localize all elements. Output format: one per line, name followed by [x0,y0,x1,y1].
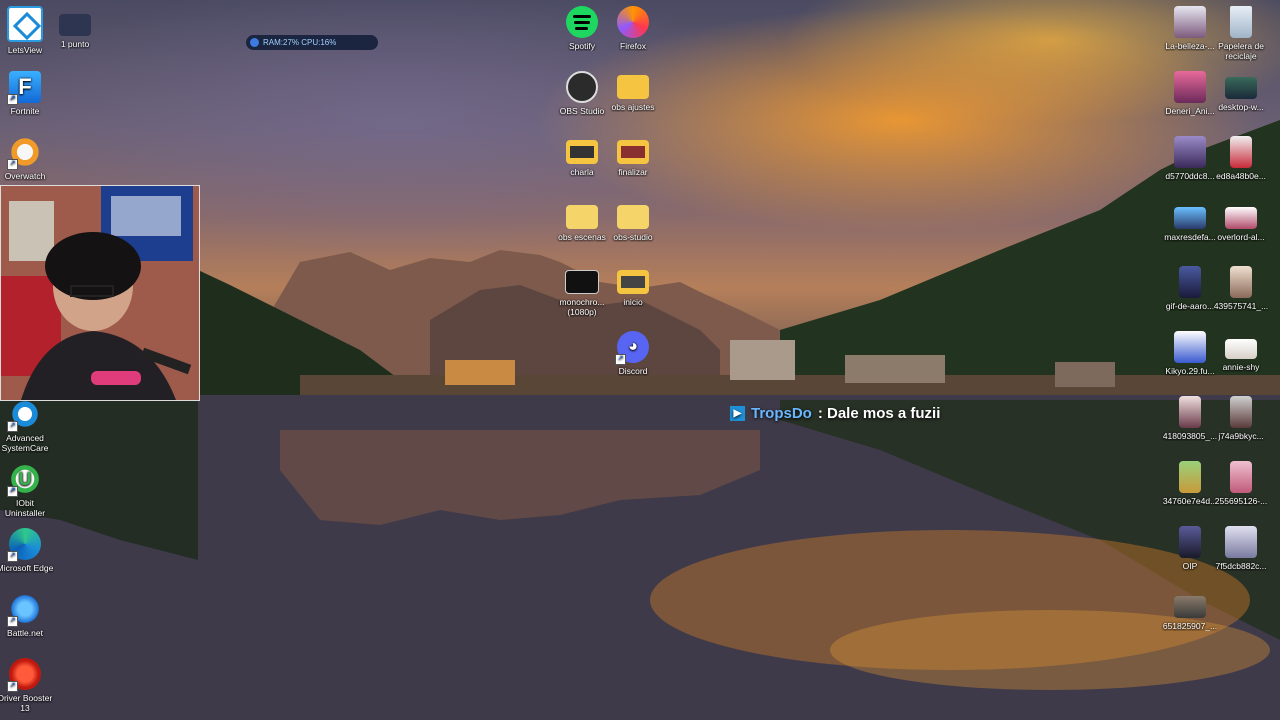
folder-icon [617,270,649,294]
recycle-bin-icon [1230,6,1252,38]
desktop-icon-overlord[interactable]: overlord-al... [1212,201,1270,242]
shortcut-arrow-icon: ↗ [7,616,18,627]
desktop-icon-obs-studio-folder[interactable]: obs-studio [604,201,662,242]
desktop-icon-651825907[interactable]: 651825907_... [1161,596,1219,631]
image-thumbnail-icon [1230,461,1252,493]
desktop-icon-overwatch[interactable]: ↗ Overwatch [0,136,54,181]
desktop-icon-ed8a[interactable]: ed8a48b0e... [1212,136,1270,181]
image-thumbnail-icon [1225,77,1257,99]
image-thumbnail-icon [1179,266,1201,298]
video-file-icon [59,14,91,36]
edge-icon: ↗ [7,528,41,562]
shortcut-arrow-icon: ↗ [7,159,18,170]
battlenet-icon: ↗ [7,593,41,627]
chat-username: TropsDo [751,405,812,422]
overwatch-icon: ↗ [7,136,41,170]
desktop-icon-34760e7e4d[interactable]: 34760e7e4d... [1161,461,1219,506]
desktop-icon-iobit-uninstaller[interactable]: U ↗ IObit Uninstaller [0,463,54,518]
desktop-icon-1-punto[interactable]: 1 punto [46,14,104,49]
monitor-icon [250,38,259,47]
desktop-icon-inicio[interactable]: inicio [604,266,662,307]
webcam-overlay [0,185,200,401]
image-thumbnail-icon [1174,6,1206,38]
desktop-icon-charla[interactable]: charla [553,136,611,177]
shortcut-arrow-icon: ↗ [7,551,18,562]
desktop-icon-obs-escenas[interactable]: obs escenas [553,201,611,242]
desktop[interactable]: RAM:27% CPU:16% ▶ TropsDo : Dale mos a f… [0,0,1280,720]
image-thumbnail-icon [1179,461,1201,493]
desktop-icon-papelera[interactable]: Papelera de reciclaje [1212,6,1270,61]
desktop-icon-microsoft-edge[interactable]: ↗ Microsoft Edge [0,528,54,573]
desktop-icon-firefox[interactable]: Firefox [604,6,662,51]
chat-message: : Dale mos a fuzii [817,405,941,422]
desktop-icon-439575741[interactable]: 439575741_... [1212,266,1270,311]
image-thumbnail-icon [1174,331,1206,363]
desktop-icon-fortnite[interactable]: F ↗ Fortnite [0,71,54,116]
folder-icon [566,205,598,229]
ram-cpu-widget: RAM:27% CPU:16% [246,35,378,50]
shortcut-arrow-icon: ↗ [7,421,18,432]
desktop-icon-desktop-w[interactable]: desktop-w... [1212,71,1270,112]
image-thumbnail-icon [1230,396,1252,428]
desktop-icon-obs-ajustes[interactable]: obs ajustes [604,71,662,112]
desktop-icon-j74a9bkyc[interactable]: j74a9bkyc... [1212,396,1270,441]
webcam-feed [1,186,199,400]
advanced-systemcare-icon: ↗ [7,398,41,432]
shortcut-arrow-icon: ↗ [615,354,626,365]
image-thumbnail-icon [1230,266,1252,298]
video-file-icon [565,270,599,294]
desktop-icon-maxresdef[interactable]: maxresdefa... [1161,201,1219,242]
image-thumbnail-icon [1225,526,1257,558]
desktop-icon-255695126[interactable]: 255695126-... [1212,461,1270,506]
shortcut-arrow-icon: ↗ [7,94,18,105]
desktop-icon-driver-booster[interactable]: ↗ Driver Booster 13 [0,658,54,713]
driver-booster-icon: ↗ [7,658,41,692]
desktop-icon-monochro[interactable]: monochro... (1080p) [553,266,611,317]
image-thumbnail-icon [1174,596,1206,618]
shortcut-arrow-icon: ↗ [7,486,18,497]
desktop-icon-gif-aaro[interactable]: gif-de-aaro... [1161,266,1219,311]
image-thumbnail-icon [1225,339,1257,359]
image-thumbnail-icon [1174,136,1206,168]
folder-icon [617,140,649,164]
folder-icon [617,205,649,229]
obs-studio-icon [566,71,598,103]
image-thumbnail-icon [1179,526,1201,558]
image-thumbnail-icon [1230,136,1252,168]
fortnite-icon: F ↗ [7,71,41,105]
firefox-icon [617,6,649,38]
letsview-icon [7,6,43,42]
desktop-icon-discord[interactable]: ◕ ↗ Discord [604,331,662,376]
ram-cpu-text: RAM:27% CPU:16% [263,38,337,47]
image-thumbnail-icon [1179,396,1201,428]
chat-platform-icon: ▶ [730,406,745,421]
desktop-icon-deneri[interactable]: Deneri_Ani... [1161,71,1219,116]
desktop-icon-418093805[interactable]: 418093805_... [1161,396,1219,441]
desktop-icon-spotify[interactable]: Spotify [553,6,611,51]
desktop-icon-annie-shy[interactable]: annie-shy [1212,331,1270,372]
desktop-icon-d5770[interactable]: d5770ddc8... [1161,136,1219,181]
image-thumbnail-icon [1174,71,1206,103]
desktop-icon-advanced-systemcare[interactable]: ↗ Advanced SystemCare [0,398,54,453]
desktop-icon-finalizar[interactable]: finalizar [604,136,662,177]
desktop-icon-kikyo[interactable]: Kikyo.29.fu... [1161,331,1219,376]
folder-icon [617,75,649,99]
desktop-icon-obs-studio[interactable]: OBS Studio [553,71,611,116]
image-thumbnail-icon [1174,207,1206,229]
desktop-icon-oip[interactable]: OIP [1161,526,1219,571]
iobit-uninstaller-icon: U ↗ [7,463,41,497]
chat-overlay: ▶ TropsDo : Dale mos a fuzii [730,405,940,422]
spotify-icon [566,6,598,38]
desktop-icon-battlenet[interactable]: ↗ Battle.net [0,593,54,638]
shortcut-arrow-icon: ↗ [7,681,18,692]
discord-icon: ◕ ↗ [615,331,649,365]
desktop-icon-7f5dcb882c[interactable]: 7f5dcb882c... [1212,526,1270,571]
desktop-icon-la-belleza[interactable]: La-belleza-... [1161,6,1219,51]
image-thumbnail-icon [1225,207,1257,229]
folder-icon [566,140,598,164]
